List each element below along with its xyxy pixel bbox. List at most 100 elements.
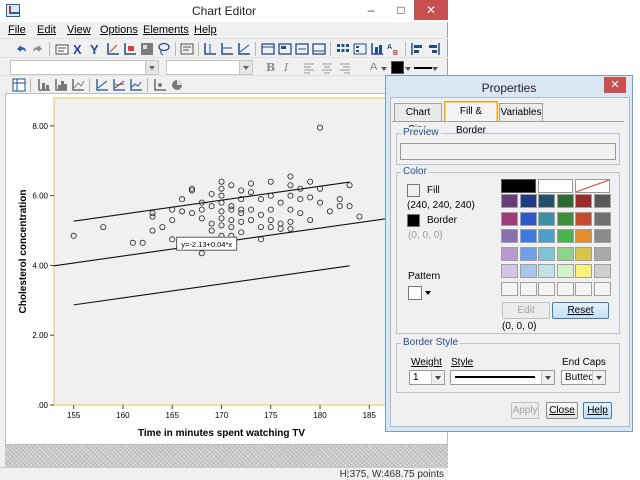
palette-swatch[interactable] — [538, 246, 555, 261]
line-style-dropdown[interactable] — [432, 62, 438, 74]
add-line-icon[interactable] — [71, 78, 85, 92]
palette-swatch[interactable] — [556, 246, 574, 261]
palette-swatch[interactable] — [593, 246, 611, 261]
tab-chart-size[interactable]: Chart Size — [394, 103, 442, 135]
menu-view[interactable]: View — [67, 24, 91, 36]
insert-text-box-icon[interactable] — [295, 42, 309, 56]
palette-swatch[interactable] — [593, 229, 611, 243]
palette-swatch[interactable] — [593, 281, 611, 296]
add-fit-line-total-icon[interactable] — [95, 78, 109, 92]
x-tick-label[interactable]: 185 — [363, 411, 377, 420]
menu-options[interactable]: Options — [100, 24, 138, 36]
menu-help[interactable]: Help — [194, 24, 217, 36]
insert-title-icon[interactable] — [261, 42, 275, 56]
palette-no-color[interactable] — [575, 179, 610, 193]
x-axis-title[interactable]: Time in minutes spent watching TV — [138, 428, 305, 439]
end-caps-combo[interactable]: Butted — [561, 370, 606, 385]
palette-swatch[interactable] — [538, 194, 555, 208]
line-style-swatch[interactable] — [414, 67, 432, 69]
edit-button[interactable]: Edit — [502, 302, 550, 319]
text-color-button[interactable]: A — [370, 61, 377, 73]
transpose-chart-icon[interactable] — [140, 42, 154, 56]
font-size-dropdown[interactable] — [239, 60, 253, 75]
add-markers-icon[interactable] — [153, 78, 167, 92]
fill-color-swatch[interactable] — [391, 61, 404, 74]
select-y-axis-icon[interactable]: Y — [89, 42, 103, 56]
insert-footnote-icon[interactable] — [312, 42, 326, 56]
reference-line-y-icon[interactable] — [220, 42, 234, 56]
reset-button[interactable]: Reset — [552, 302, 609, 319]
align-left-icon[interactable] — [410, 42, 424, 56]
y-tick-label[interactable]: .00 — [37, 401, 49, 410]
palette-swatch[interactable] — [501, 281, 518, 296]
palette-swatch[interactable] — [556, 264, 574, 278]
palette-swatch[interactable] — [519, 246, 537, 261]
bold-button[interactable]: B — [266, 61, 275, 74]
align-center-text-icon[interactable] — [320, 61, 334, 75]
palette-swatch[interactable] — [556, 194, 574, 208]
align-left-text-icon[interactable] — [302, 61, 316, 75]
palette-swatch[interactable] — [556, 211, 574, 226]
x-tick-label[interactable]: 170 — [215, 411, 229, 420]
palette-swatch[interactable] — [501, 194, 518, 208]
apply-button[interactable]: Apply — [511, 402, 539, 419]
text-box-icon[interactable] — [180, 42, 194, 56]
palette-swatch[interactable] — [519, 281, 537, 296]
close-icon[interactable]: ✕ — [414, 0, 448, 20]
palette-swatch[interactable] — [556, 281, 574, 296]
y-tick-label[interactable]: 8.00 — [32, 122, 48, 131]
y-tick-label[interactable]: 6.00 — [32, 192, 48, 201]
menu-elements[interactable]: Elements — [143, 24, 189, 36]
border-swatch[interactable] — [407, 214, 420, 227]
palette-swatch[interactable] — [593, 194, 611, 208]
palette-swatch[interactable] — [575, 246, 592, 261]
align-right-icon[interactable] — [427, 42, 441, 56]
palette-swatch[interactable] — [538, 281, 555, 296]
scatter-chart[interactable]: .00 2.00 4.00 6.00 8.00 155 160 165 170 175 180 185… — [6, 94, 447, 444]
pattern-swatch[interactable] — [408, 286, 422, 300]
undo-icon[interactable] — [14, 42, 28, 56]
show-legend-icon[interactable] — [353, 42, 367, 56]
palette-swatch[interactable] — [575, 281, 592, 296]
add-histogram-icon[interactable] — [54, 78, 68, 92]
y-tick-label[interactable]: 2.00 — [32, 331, 48, 340]
palette-swatch[interactable] — [538, 211, 555, 226]
italic-button[interactable]: I — [284, 61, 288, 74]
pattern-dropdown-icon[interactable] — [425, 291, 431, 295]
fill-swatch[interactable] — [407, 184, 420, 197]
palette-black[interactable] — [501, 179, 536, 193]
help-button[interactable]: Help — [583, 402, 612, 419]
palette-swatch[interactable] — [556, 229, 574, 243]
plot-area[interactable] — [53, 97, 390, 406]
align-right-text-icon[interactable] — [338, 61, 352, 75]
x-tick-label[interactable]: 165 — [166, 411, 180, 420]
y-axis-title[interactable]: Cholesterol concentration — [18, 190, 29, 314]
text-wrap-icon[interactable]: AB — [387, 42, 401, 56]
palette-swatch[interactable] — [593, 211, 611, 226]
palette-swatch[interactable] — [593, 264, 611, 278]
properties-close-icon[interactable]: ✕ — [604, 77, 626, 93]
palette-swatch[interactable] — [575, 229, 592, 243]
font-size-combo[interactable] — [166, 60, 242, 75]
reference-line-x-icon[interactable] — [203, 42, 217, 56]
palette-swatch[interactable] — [501, 246, 518, 261]
weight-combo[interactable]: 1 — [409, 370, 445, 385]
palette-swatch[interactable] — [501, 264, 518, 278]
select-x-axis-icon[interactable]: X — [72, 42, 86, 56]
y-tick-label[interactable]: 4.00 — [32, 261, 48, 270]
font-name-dropdown[interactable] — [145, 60, 159, 75]
lasso-select-icon[interactable] — [157, 42, 171, 56]
style-dropdown-icon[interactable] — [541, 371, 554, 384]
show-data-labels-icon[interactable] — [123, 42, 137, 56]
fit-line-equation[interactable]: y=-2.13+0.04*x — [181, 240, 232, 249]
menu-file[interactable]: File — [8, 24, 26, 36]
weight-dropdown-icon[interactable] — [431, 371, 444, 384]
redo-icon[interactable] — [31, 42, 45, 56]
fill-color-dropdown[interactable] — [405, 62, 411, 74]
add-bar-icon[interactable] — [37, 78, 51, 92]
palette-swatch[interactable] — [501, 211, 518, 226]
tab-fill-border[interactable]: Fill & Border — [444, 101, 498, 136]
x-tick-label[interactable]: 180 — [313, 411, 327, 420]
x-tick-label[interactable]: 175 — [264, 411, 278, 420]
palette-white[interactable] — [538, 179, 573, 193]
